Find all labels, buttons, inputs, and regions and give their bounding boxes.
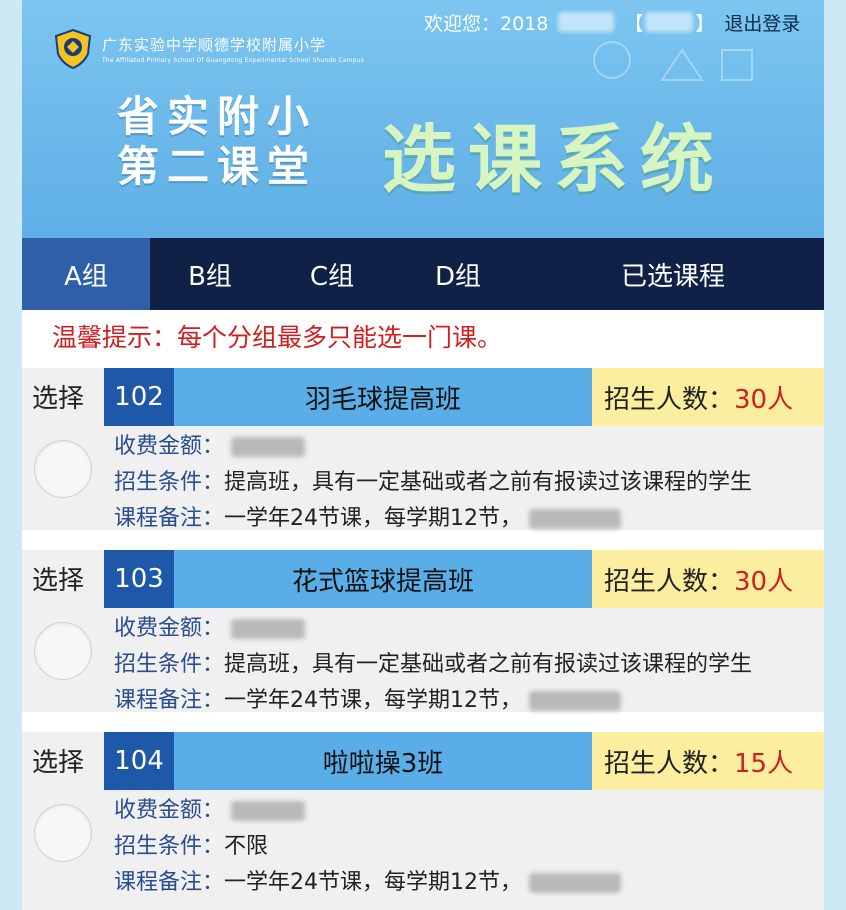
note-row: 课程备注：一学年24节课，每学期12节， <box>114 682 622 714</box>
note-label: 课程备注： <box>114 870 225 895</box>
user-id-masked <box>558 12 615 32</box>
requirement-label: 招生条件： <box>114 652 225 677</box>
note-label: 课程备注： <box>114 688 225 713</box>
note-label: 课程备注： <box>114 506 225 531</box>
select-label: 选择 <box>32 384 85 414</box>
quota-label: 招生人数： <box>604 384 735 415</box>
fee-masked <box>231 437 306 457</box>
quota: 招生人数： 30人 <box>592 550 824 608</box>
school-name-cn: 广东实验中学顺德学校附属小学 <box>102 36 327 54</box>
fee-row: 收费金额： <box>114 610 306 642</box>
select-radio[interactable] <box>34 440 92 498</box>
course-card: 选择 104 啦啦操3班 招生人数： 15人 收费金额： 招生条件：不限 课程备… <box>22 732 824 910</box>
course-name: 羽毛球提高班 <box>174 368 592 426</box>
group-tabs: A组 B组 C组 D组 已选课程 <box>22 238 824 310</box>
requirement-row: 招生条件：提高班，具有一定基础或者之前有报读过该课程的学生 <box>114 646 752 678</box>
fee-row: 收费金额： <box>114 792 306 824</box>
course-card: 选择 103 花式篮球提高班 招生人数： 30人 收费金额： 招生条件：提高班，… <box>22 550 824 714</box>
course-id: 104 <box>104 732 174 790</box>
note-value: 一学年24节课，每学期12节， <box>224 506 523 531</box>
fee-label: 收费金额： <box>114 798 225 823</box>
header-banner: 欢迎您：2018 【 】 退出登录 广东实验中学顺德学校附属小学 The Aff… <box>22 0 824 238</box>
requirement-value: 不限 <box>224 834 269 859</box>
school-logo: 广东实验中学顺德学校附属小学 The Affiliated Primary Sc… <box>52 28 364 70</box>
title-left-line1: 省实附小 <box>117 92 318 141</box>
title-left-line2: 第二课堂 <box>117 142 318 191</box>
note-masked <box>529 509 622 529</box>
quota-value: 30人 <box>734 384 794 415</box>
logout-link[interactable]: 退出登录 <box>724 9 800 36</box>
tab-selected-courses[interactable]: 已选课程 <box>522 238 824 310</box>
school-name-en: The Affiliated Primary School Of Guangdo… <box>102 57 365 64</box>
notice-text: 温馨提示：每个分组最多只能选一门课。 <box>52 323 503 352</box>
note-row: 课程备注：一学年24节课，每学期12节， <box>114 864 622 896</box>
quota-value: 15人 <box>734 748 794 779</box>
tab-group-d[interactable]: D组 <box>394 238 522 310</box>
note-value: 一学年24节课，每学期12节， <box>224 870 523 895</box>
quota-label: 招生人数： <box>604 566 735 597</box>
bracket-close: 】 <box>695 12 715 35</box>
course-name: 啦啦操3班 <box>174 732 592 790</box>
requirement-label: 招生条件： <box>114 834 225 859</box>
note-masked <box>529 691 622 711</box>
fee-label: 收费金额： <box>114 434 225 459</box>
quota: 招生人数： 15人 <box>592 732 824 790</box>
note-row: 课程备注：一学年24节课，每学期12节， <box>114 500 622 532</box>
course-id: 103 <box>104 550 174 608</box>
system-title: 选课系统 <box>382 117 726 203</box>
fee-row: 收费金额： <box>114 428 306 460</box>
requirement-value: 提高班，具有一定基础或者之前有报读过该课程的学生 <box>224 652 753 677</box>
note-value: 一学年24节课，每学期12节， <box>224 688 523 713</box>
welcome-bar: 欢迎您：2018 【 】 退出登录 <box>424 8 800 36</box>
course-card: 选择 102 羽毛球提高班 招生人数： 30人 收费金额： 招生条件：提高班，具… <box>22 368 824 532</box>
fee-label: 收费金额： <box>114 616 225 641</box>
select-label: 选择 <box>32 566 85 596</box>
tab-group-b[interactable]: B组 <box>150 238 270 310</box>
fee-masked <box>231 619 306 639</box>
school-emblem-icon <box>54 28 92 70</box>
requirement-row: 招生条件：不限 <box>114 828 268 860</box>
select-label: 选择 <box>32 748 85 778</box>
tab-group-c[interactable]: C组 <box>270 238 394 310</box>
select-radio[interactable] <box>34 622 92 680</box>
requirement-label: 招生条件： <box>114 470 225 495</box>
requirement-row: 招生条件：提高班，具有一定基础或者之前有报读过该课程的学生 <box>114 464 752 496</box>
course-name: 花式篮球提高班 <box>174 550 592 608</box>
title-left: 省实附小 第二课堂 <box>117 92 317 192</box>
user-name-masked <box>645 12 694 32</box>
note-masked <box>529 873 622 893</box>
requirement-value: 提高班，具有一定基础或者之前有报读过该课程的学生 <box>224 470 753 495</box>
fee-masked <box>231 801 306 821</box>
page-frame: 欢迎您：2018 【 】 退出登录 广东实验中学顺德学校附属小学 The Aff… <box>22 0 824 910</box>
select-radio[interactable] <box>34 804 92 862</box>
doodle-decoration <box>593 41 753 81</box>
bracket-open: 【 <box>624 12 644 35</box>
quota: 招生人数： 30人 <box>592 368 824 426</box>
quota-value: 30人 <box>734 566 794 597</box>
course-id: 102 <box>104 368 174 426</box>
tab-group-a[interactable]: A组 <box>22 238 150 310</box>
welcome-text: 欢迎您：2018 <box>424 12 549 35</box>
quota-label: 招生人数： <box>604 748 735 779</box>
